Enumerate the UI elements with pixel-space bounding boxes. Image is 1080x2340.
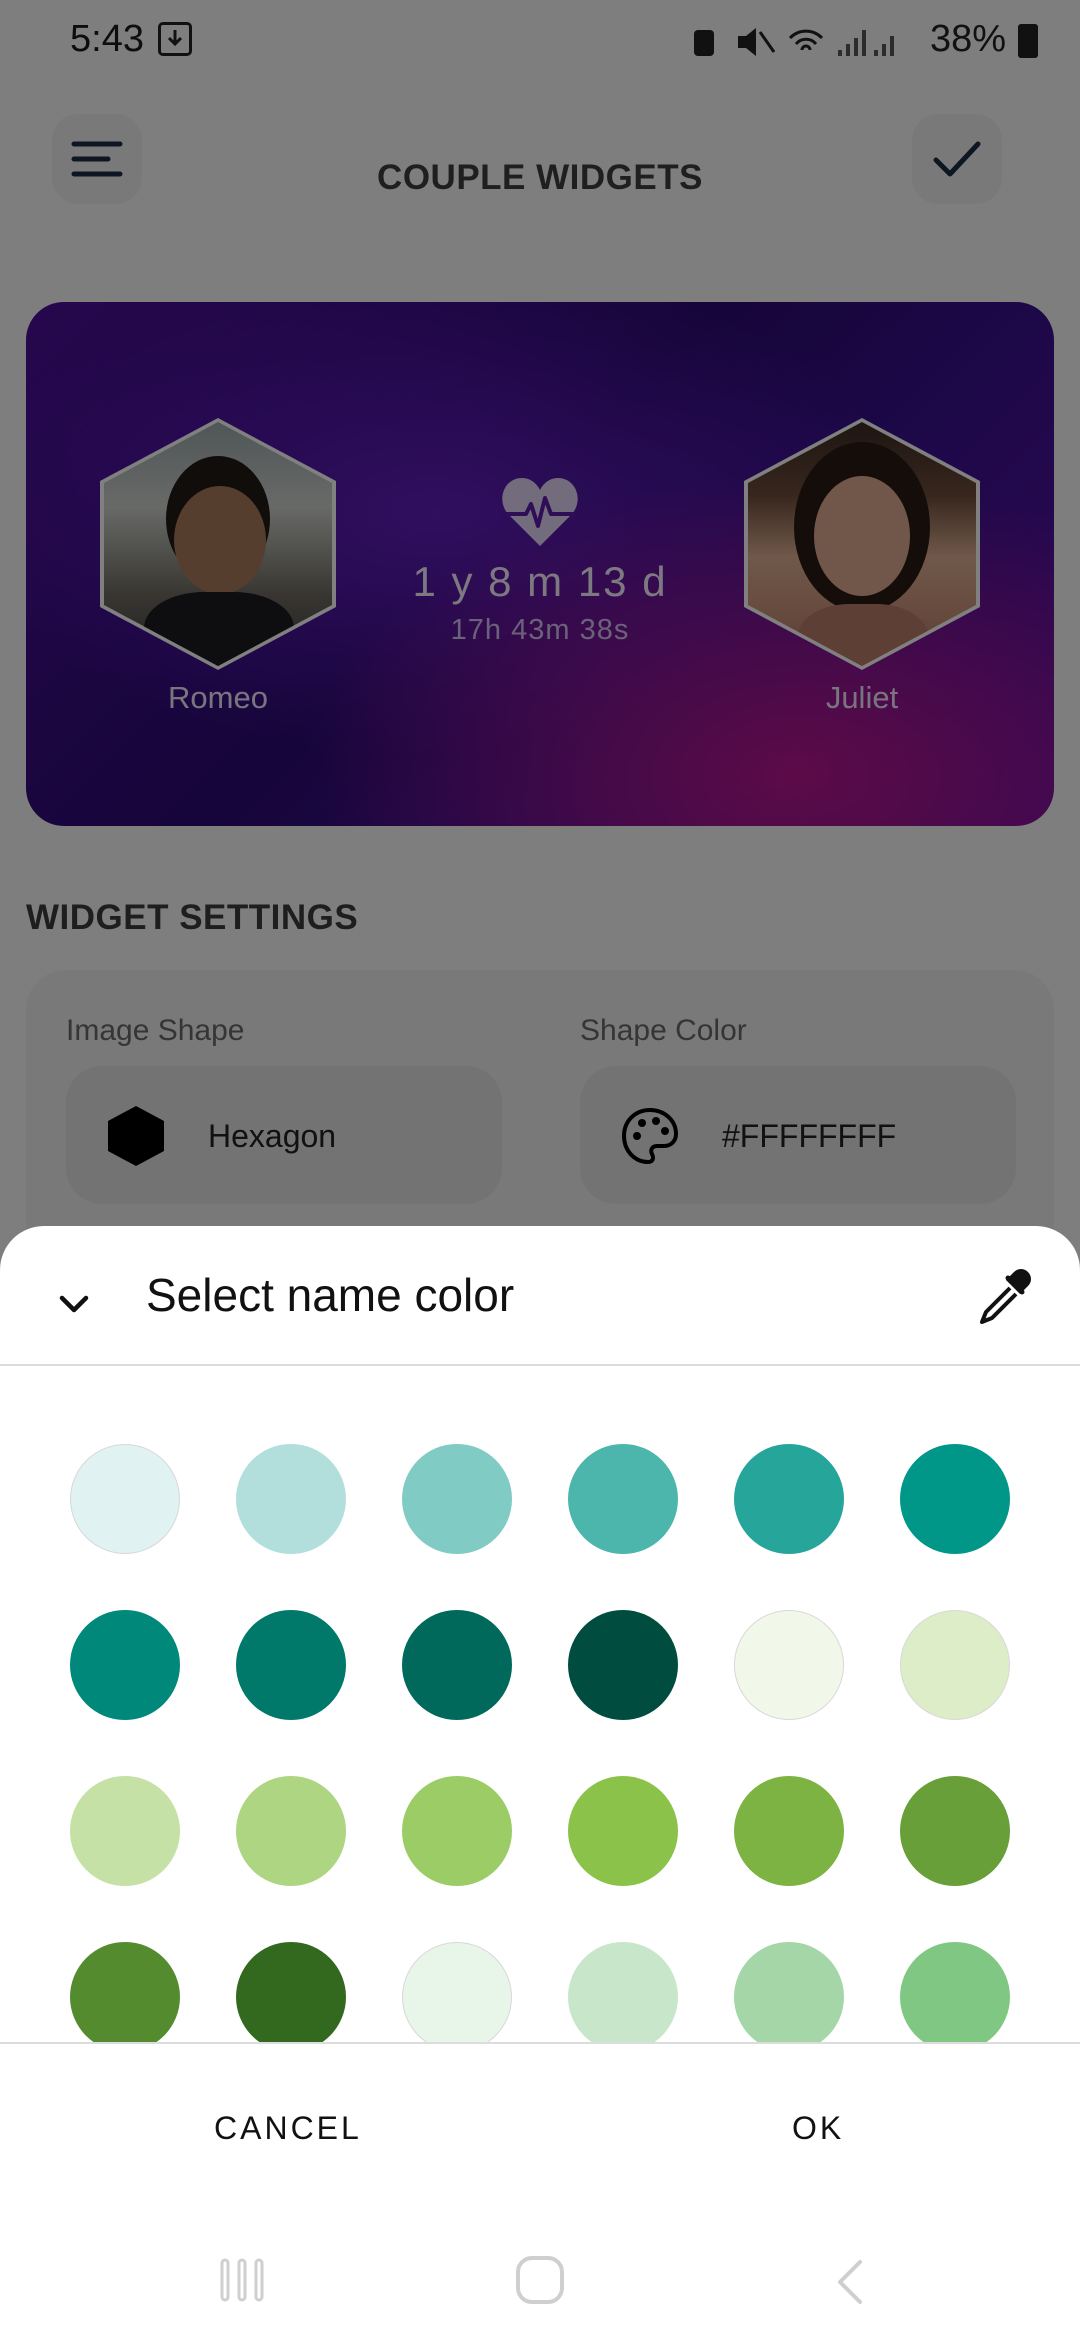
color-swatch[interactable] [568, 1776, 678, 1886]
color-swatch[interactable] [734, 1444, 844, 1554]
color-swatch[interactable] [900, 1610, 1010, 1720]
cancel-button[interactable]: CANCEL [214, 2110, 362, 2147]
recent-apps-icon [220, 2258, 264, 2302]
color-swatch[interactable] [568, 1444, 678, 1554]
home-button[interactable] [516, 2256, 564, 2304]
color-swatch[interactable] [402, 1942, 512, 2042]
color-swatch[interactable] [70, 1942, 180, 2042]
collapse-button[interactable] [50, 1280, 98, 1328]
color-swatch[interactable] [900, 1444, 1010, 1554]
color-swatch[interactable] [568, 1610, 678, 1720]
color-swatch[interactable] [734, 1942, 844, 2042]
color-swatch-grid [0, 1366, 1080, 2042]
color-swatch[interactable] [734, 1776, 844, 1886]
color-swatch[interactable] [900, 1776, 1010, 1886]
color-swatch[interactable] [236, 1444, 346, 1554]
color-swatch[interactable] [402, 1776, 512, 1886]
color-swatch[interactable] [236, 1776, 346, 1886]
color-swatch[interactable] [236, 1610, 346, 1720]
eyedropper-button[interactable] [970, 1266, 1034, 1330]
eyedropper-icon [980, 1269, 1031, 1324]
chevron-down-icon [59, 1295, 89, 1313]
color-swatch[interactable] [402, 1444, 512, 1554]
color-swatch[interactable] [70, 1776, 180, 1886]
dialog-title: Select name color [146, 1269, 515, 1321]
color-swatch[interactable] [734, 1610, 844, 1720]
color-swatch[interactable] [70, 1444, 180, 1554]
actions-divider [0, 2042, 1080, 2044]
color-swatch[interactable] [402, 1610, 512, 1720]
color-swatch[interactable] [900, 1942, 1010, 2042]
recent-apps-button[interactable] [218, 2258, 266, 2302]
color-swatch[interactable] [568, 1942, 678, 2042]
back-button[interactable] [830, 2258, 870, 2306]
ok-button[interactable]: OK [792, 2110, 844, 2147]
color-swatch[interactable] [70, 1610, 180, 1720]
back-icon [838, 2260, 862, 2304]
color-swatch[interactable] [236, 1942, 346, 2042]
